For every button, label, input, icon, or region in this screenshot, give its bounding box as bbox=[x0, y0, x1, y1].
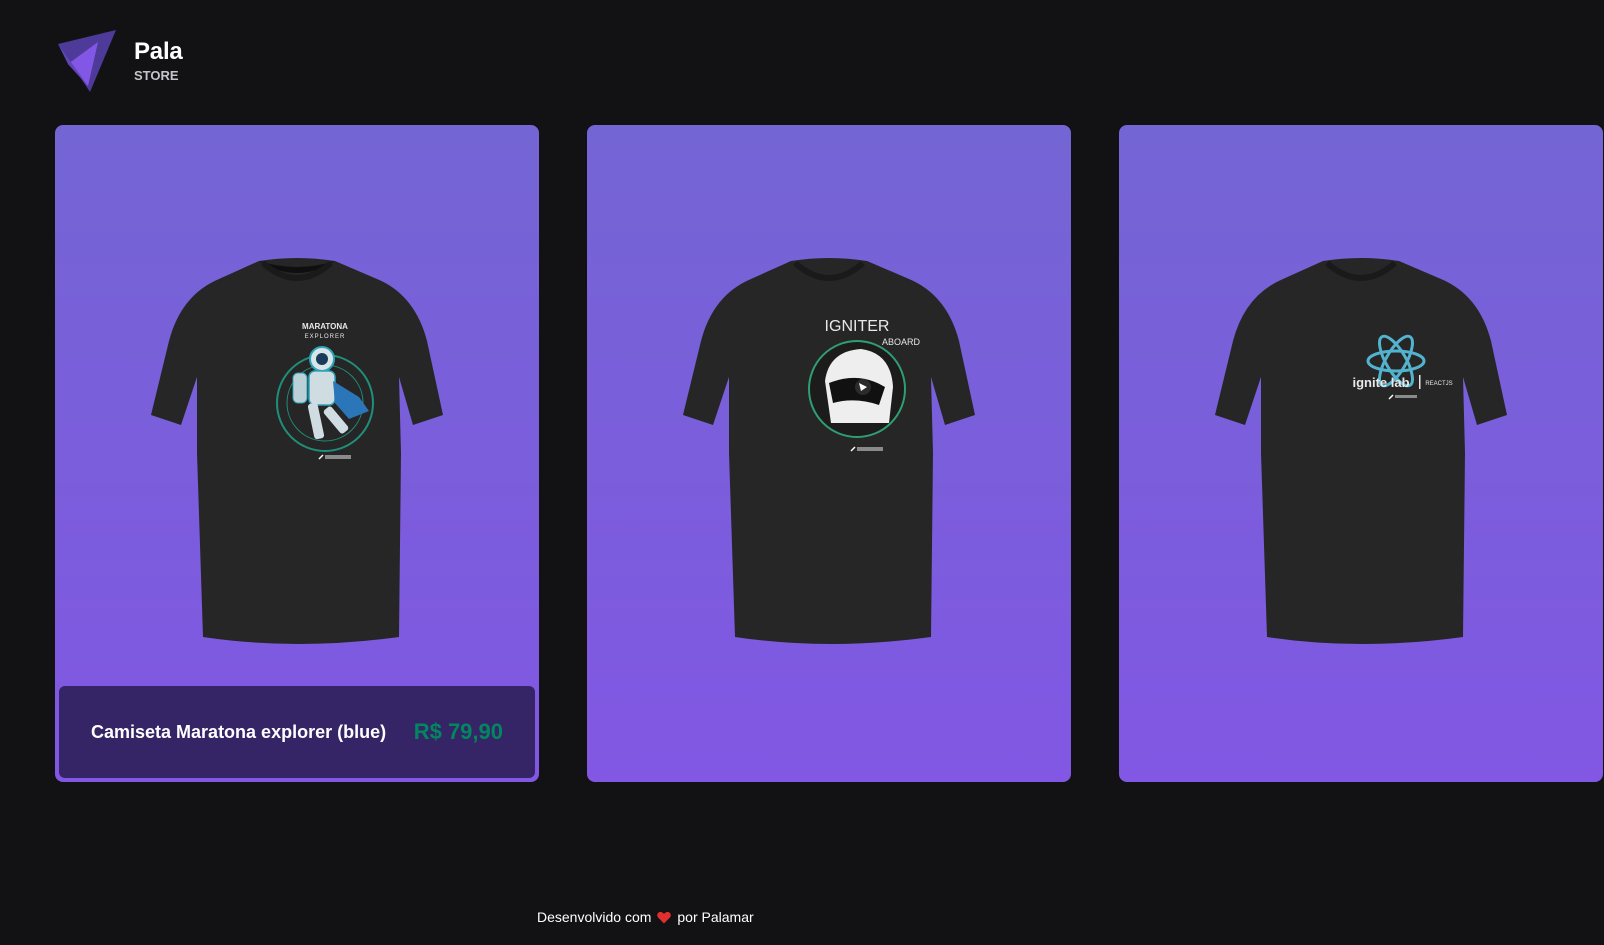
print-text-1: ignite lab bbox=[1352, 375, 1409, 390]
product-slider[interactable]: MARATONA EXPLORER Camiseta Maratona expl… bbox=[55, 125, 1604, 782]
heart-icon bbox=[657, 911, 672, 923]
print-text-2: REACTJS bbox=[1425, 381, 1452, 387]
logo-icon[interactable] bbox=[54, 28, 118, 92]
brand-name: Pala bbox=[134, 38, 183, 65]
print-text-2: EXPLORER bbox=[305, 334, 346, 340]
product-card-2[interactable]: IGNITER ABOARD bbox=[587, 125, 1071, 782]
brand: Pala STORE bbox=[134, 38, 183, 83]
header: Pala STORE bbox=[54, 28, 183, 92]
product-name: Camiseta Maratona explorer (blue) bbox=[91, 721, 387, 742]
product-card-1[interactable]: MARATONA EXPLORER Camiseta Maratona expl… bbox=[55, 125, 539, 782]
slider-track: MARATONA EXPLORER Camiseta Maratona expl… bbox=[55, 125, 1604, 782]
tshirt-image: ignite lab REACTJS bbox=[1215, 258, 1507, 644]
product-price: R$ 79,90 bbox=[413, 719, 503, 744]
print-text-2: ABOARD bbox=[882, 337, 921, 347]
tshirt-image: IGNITER ABOARD bbox=[683, 258, 975, 644]
footer-prefix: Desenvolvido com bbox=[537, 909, 652, 925]
print-text-1: IGNITER bbox=[825, 318, 890, 335]
print-text-1: MARATONA bbox=[302, 322, 348, 331]
tshirt-image: MARATONA EXPLORER bbox=[151, 258, 443, 644]
product-info: Camiseta Maratona explorer (blue) R$ 79,… bbox=[59, 686, 535, 778]
footer: Desenvolvido com por Palamar bbox=[537, 909, 754, 925]
product-card-3[interactable]: ignite lab REACTJS bbox=[1119, 125, 1603, 782]
brand-subtitle: STORE bbox=[134, 68, 179, 83]
footer-suffix: por Palamar bbox=[677, 909, 754, 925]
